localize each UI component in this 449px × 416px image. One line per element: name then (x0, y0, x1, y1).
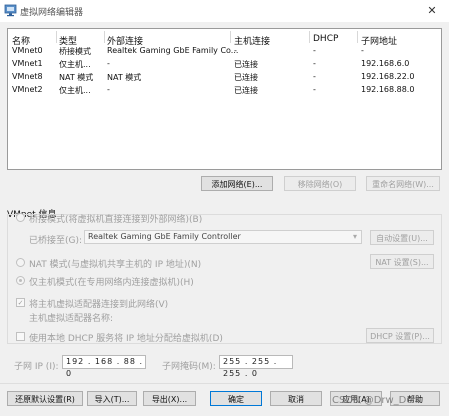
dhcp-checkbox[interactable] (16, 332, 25, 341)
network-app-icon (4, 4, 17, 17)
column-divider[interactable] (104, 31, 105, 43)
bridged-to-label: 已桥接至(G): (29, 236, 83, 246)
host-only-radio[interactable] (16, 276, 25, 285)
ok-button[interactable]: 确定 (210, 391, 262, 406)
network-table[interactable]: 名称 类型 外部连接 主机连接 DHCP 子网地址 VMnet0 桥接模式 Re… (7, 28, 442, 170)
cell-subnet: 192.168.22.0 (361, 72, 415, 81)
subnet-mask-input[interactable]: 255 . 255 . 255 . 0 (219, 355, 293, 378)
nat-settings-button[interactable]: NAT 设置(S)... (370, 254, 434, 269)
cell-name: VMnet8 (12, 72, 43, 81)
bridge-mode-radio[interactable] (16, 213, 25, 222)
cell-type: 仅主机... (59, 86, 91, 95)
cell-name: VMnet0 (12, 46, 43, 55)
cell-type: NAT 模式 (59, 73, 94, 82)
dhcp-label: 使用本地 DHCP 服务将 IP 地址分配给虚拟机(D) (29, 334, 223, 344)
cell-subnet: - (361, 46, 364, 55)
adapter-name-label: 主机虚拟适配器名称: (29, 314, 114, 324)
footer-divider (0, 383, 449, 384)
add-network-button[interactable]: 添加网络(E)... (201, 176, 273, 191)
export-button[interactable]: 导出(X)... (143, 391, 196, 406)
cell-host: 已连接 (234, 73, 258, 82)
column-divider[interactable] (230, 31, 231, 43)
table-row[interactable]: VMnet1 仅主机... - 已连接 - 192.168.6.0 (9, 59, 440, 71)
auto-settings-button[interactable]: 自动设置(U)... (370, 230, 434, 245)
connect-adapter-checkbox[interactable]: ✓ (16, 298, 25, 307)
nat-mode-radio[interactable] (16, 258, 25, 267)
cell-external: - (107, 59, 110, 68)
cell-dhcp: - (313, 59, 316, 68)
cell-type: 桥接模式 (59, 47, 91, 56)
column-divider[interactable] (309, 31, 310, 43)
column-divider[interactable] (357, 31, 358, 43)
cell-name: VMnet2 (12, 85, 43, 94)
cancel-button[interactable]: 取消 (270, 391, 322, 406)
cell-external: Realtek Gaming GbE Family Co... (107, 46, 239, 55)
subnet-ip-label: 子网 IP (I): (14, 362, 59, 372)
restore-defaults-button[interactable]: 还原默认设置(R) (7, 391, 83, 406)
cell-host: 已连接 (234, 60, 258, 69)
watermark-text: CSDN @Drw_Dcm (332, 395, 422, 406)
nat-mode-label: NAT 模式(与虚拟机共享主机的 IP 地址)(N) (29, 260, 202, 270)
cell-host: - (234, 46, 237, 55)
bridged-to-select[interactable]: Realtek Gaming GbE Family Controller ▾ (84, 230, 362, 244)
dhcp-settings-button[interactable]: DHCP 设置(P)... (366, 328, 434, 343)
checkmark-icon: ✓ (17, 299, 24, 307)
subnet-mask-label: 子网掩码(M): (162, 362, 216, 372)
cell-type: 仅主机... (59, 60, 91, 69)
table-row[interactable]: VMnet2 仅主机... - 已连接 - 192.168.88.0 (9, 85, 440, 97)
cell-subnet: 192.168.6.0 (361, 59, 410, 68)
bridge-mode-label: 桥接模式(将虚拟机直接连接到外部网络)(B) (29, 215, 203, 225)
cell-external: NAT 模式 (107, 73, 142, 82)
cell-dhcp: - (313, 46, 316, 55)
cell-subnet: 192.168.88.0 (361, 85, 415, 94)
bridged-to-value: Realtek Gaming GbE Family Controller (88, 232, 241, 241)
import-button[interactable]: 导入(T)... (87, 391, 137, 406)
table-row[interactable]: VMnet0 桥接模式 Realtek Gaming GbE Family Co… (9, 46, 440, 58)
cell-dhcp: - (313, 85, 316, 94)
cell-host: 已连接 (234, 86, 258, 95)
cell-dhcp: - (313, 72, 316, 81)
window-title: 虚拟网络编辑器 (20, 8, 84, 18)
cell-external: - (107, 85, 110, 94)
remove-network-button[interactable]: 移除网络(O) (284, 176, 356, 191)
chevron-down-icon: ▾ (352, 232, 357, 241)
table-row[interactable]: VMnet8 NAT 模式 NAT 模式 已连接 - 192.168.22.0 (9, 72, 440, 84)
rename-network-button[interactable]: 重命名网络(W)... (366, 176, 440, 191)
cell-name: VMnet1 (12, 59, 43, 68)
header-dhcp[interactable]: DHCP (313, 34, 338, 44)
subnet-ip-input[interactable]: 192 . 168 . 88 . 0 (62, 355, 146, 378)
host-only-label: 仅主机模式(在专用网络内连接虚拟机)(H) (29, 278, 194, 288)
column-divider[interactable] (56, 31, 57, 43)
close-button[interactable]: ✕ (420, 2, 444, 20)
connect-adapter-label: 将主机虚拟适配器连接到此网络(V) (29, 300, 169, 310)
